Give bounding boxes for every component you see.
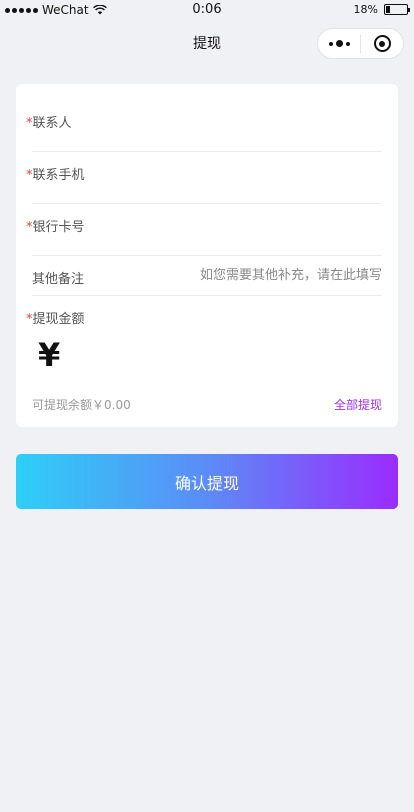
bank-card-label-text: 银行卡号	[32, 220, 85, 235]
phone-input[interactable]	[126, 160, 382, 184]
more-dots-icon[interactable]	[318, 40, 360, 47]
amount-input[interactable]	[76, 342, 376, 372]
divider	[32, 295, 382, 296]
contact-label: *联系人	[26, 112, 72, 131]
amount-label-text: 提现金额	[32, 312, 85, 327]
target-close-icon	[373, 35, 391, 52]
remark-input[interactable]	[126, 263, 382, 287]
amount-label: *提现金额	[26, 308, 85, 327]
available-balance: 可提现余额￥0.00	[32, 398, 131, 412]
status-bar: WeChat 0:06 18%	[0, 0, 414, 22]
contact-label-text: 联系人	[32, 116, 72, 131]
contact-input[interactable]	[126, 108, 382, 132]
confirm-withdraw-button[interactable]: 确认提现	[16, 454, 398, 509]
currency-symbol: ¥	[38, 336, 61, 374]
miniprogram-capsule	[317, 28, 404, 59]
withdraw-form-card: *联系人 *联系手机 *银行卡号 其他备注 *提现金额 ¥ 可提现余额￥0.00…	[16, 84, 398, 427]
remark-field: 其他备注	[16, 256, 398, 296]
bank-card-input[interactable]	[126, 212, 382, 236]
bank-card-label: *银行卡号	[26, 216, 85, 235]
status-right: 18%	[353, 3, 410, 16]
phone-field: *联系手机	[16, 152, 398, 204]
contact-field: *联系人	[16, 84, 398, 152]
battery-fill	[386, 6, 390, 13]
phone-label-text: 联系手机	[32, 168, 85, 183]
remark-label: 其他备注	[32, 272, 85, 287]
withdraw-all-link[interactable]: 全部提现	[334, 396, 382, 413]
close-button[interactable]	[361, 35, 403, 52]
battery-percent: 18%	[353, 3, 378, 16]
status-time: 0:06	[192, 2, 222, 17]
bank-card-field: *银行卡号	[16, 204, 398, 256]
battery-icon	[384, 4, 410, 15]
phone-label: *联系手机	[26, 164, 85, 183]
nav-bar: 提现	[0, 22, 414, 62]
